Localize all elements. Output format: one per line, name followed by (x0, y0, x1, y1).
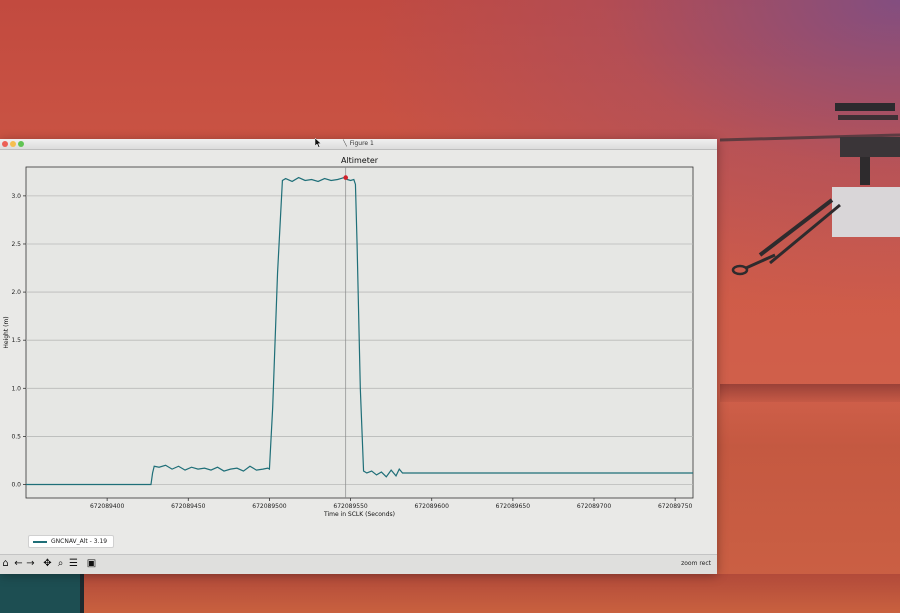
configure-icon[interactable]: ☰ (68, 558, 79, 570)
horizon-ridge (720, 384, 900, 402)
y-tick-label: 1.5 (11, 337, 21, 344)
y-tick-label: 2.0 (11, 289, 21, 296)
x-tick-label: 672089700 (577, 503, 612, 510)
ground-foreground (0, 574, 900, 613)
home-icon[interactable]: ⌂ (0, 558, 11, 570)
x-tick-label: 672089600 (415, 503, 450, 510)
x-axis-label: Time in SCLK (Seconds) (323, 511, 395, 518)
helicopter-icon (720, 103, 900, 276)
legend-label: GNCNAV_Alt - 3.19 (51, 538, 108, 545)
x-tick-label: 672089450 (171, 503, 206, 510)
plot-area[interactable]: 0.0 0.5 1.0 1.5 2.0 2.5 3.0 672089400 672089450 6… (0, 149, 717, 553)
highlight-marker (343, 175, 349, 180)
status-text: zoom rect (681, 560, 711, 567)
forward-icon[interactable]: → (25, 558, 36, 570)
back-icon[interactable]: ← (13, 558, 24, 570)
navigation-toolbar: ⌂ ← → ✥ ⌕ ☰ ▣ zoom rect (0, 554, 717, 574)
figure-icon: ╲ (343, 140, 347, 147)
altimeter-chart[interactable]: 0.0 0.5 1.0 1.5 2.0 2.5 3.0 672089400 672089450 6… (0, 149, 717, 553)
x-tick-label: 672089500 (252, 503, 287, 510)
zoom-icon[interactable]: ⌕ (55, 558, 66, 570)
x-tick-label: 672089400 (90, 503, 125, 510)
legend-swatch (33, 540, 47, 543)
y-axis-label: Height (m) (3, 316, 10, 348)
figure-window: ╲ Figure 1 0.0 0.5 1.0 1.5 2.0 2.5 3.0 672089400… (0, 139, 717, 574)
mouse-cursor-icon (315, 138, 322, 148)
y-tick-label: 0.0 (11, 482, 21, 489)
x-tick-label: 672089550 (333, 503, 368, 510)
y-tick-label: 3.0 (11, 193, 21, 200)
x-tick-label: 672089650 (496, 503, 531, 510)
y-tick-label: 1.0 (11, 385, 21, 392)
save-icon[interactable]: ▣ (86, 558, 97, 570)
y-tick-label: 2.5 (11, 241, 21, 248)
x-tick-label: 672089750 (658, 503, 693, 510)
legend: GNCNAV_Alt - 3.19 (28, 535, 115, 548)
taskbar-fragment (0, 574, 84, 613)
window-title: ╲ Figure 1 (343, 140, 374, 147)
y-tick-label: 0.5 (11, 433, 21, 440)
chart-title: Altimeter (341, 156, 379, 165)
pan-icon[interactable]: ✥ (42, 558, 53, 570)
